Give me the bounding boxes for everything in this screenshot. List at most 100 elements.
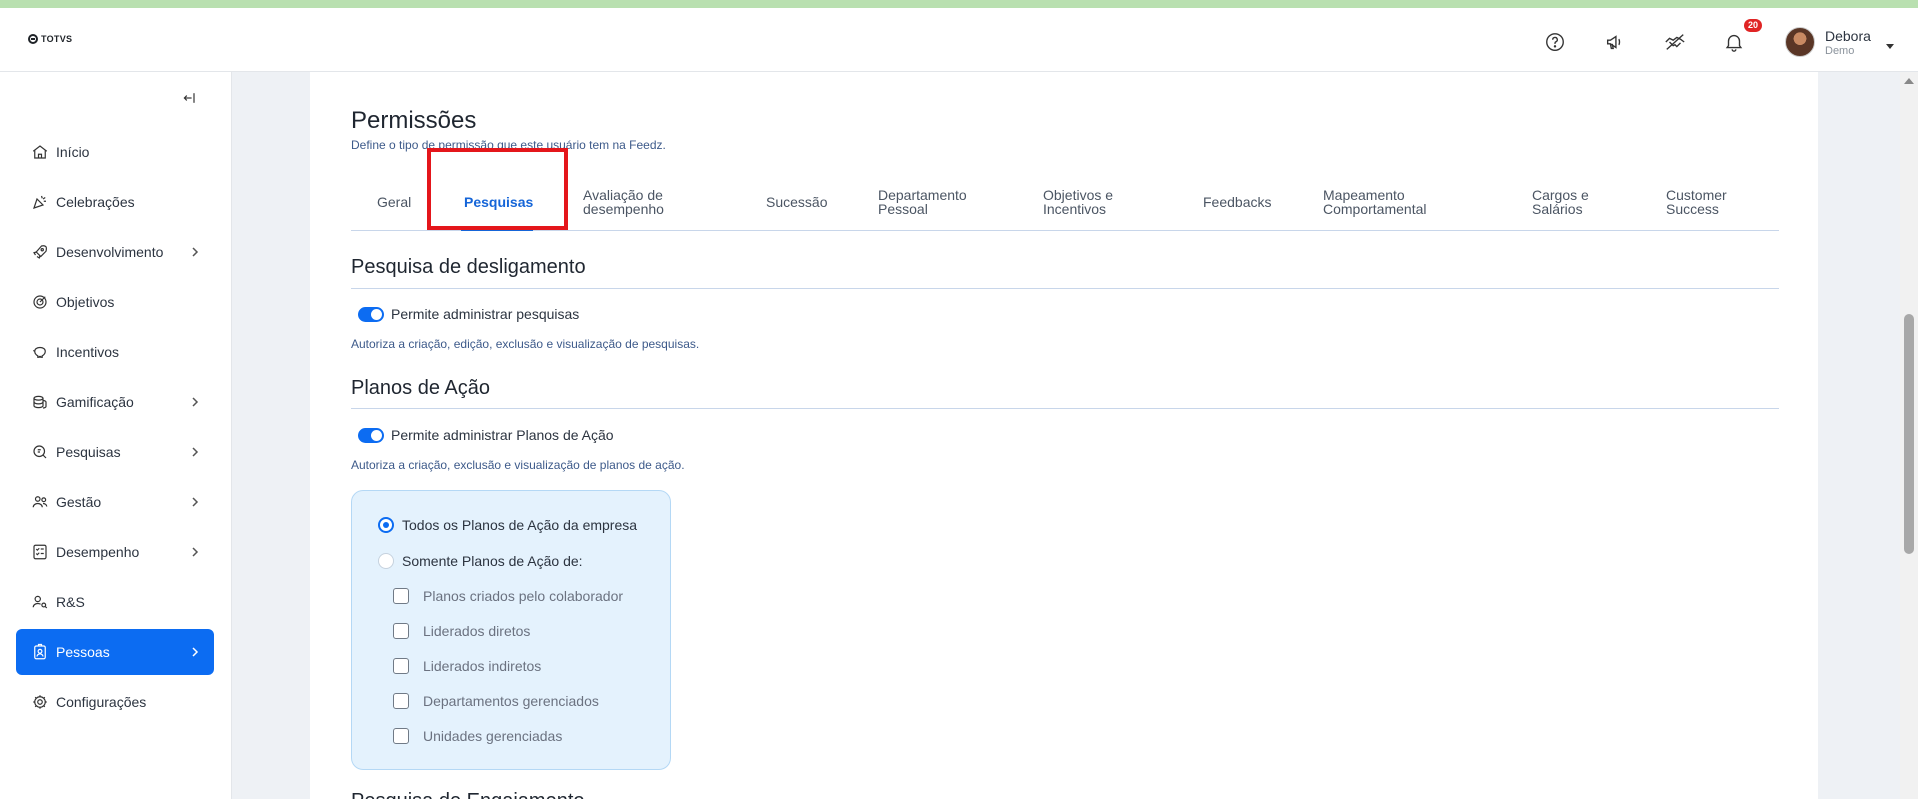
- user-menu-caret-icon[interactable]: [1886, 44, 1894, 49]
- home-icon: [30, 142, 50, 162]
- toggle-label: Permite administrar pesquisas: [391, 306, 580, 322]
- people-icon: [30, 492, 50, 512]
- browser-top-stripe: [0, 0, 1918, 8]
- tab-label-line: Customer: [1666, 187, 1727, 203]
- totvs-logo-mark: [28, 34, 38, 44]
- rocket-icon: [30, 242, 50, 262]
- scroll-up-arrow-icon[interactable]: [1904, 78, 1914, 84]
- sidebar-item-inicio[interactable]: Início: [16, 129, 214, 175]
- sidebar-item-gamificacao[interactable]: Gamificação: [16, 379, 214, 425]
- tab-label-line: Cargos e: [1532, 187, 1589, 203]
- help-icon[interactable]: [1543, 30, 1567, 54]
- helper-text: Autoriza a criação, exclusão e visualiza…: [351, 458, 685, 472]
- sidebar-item-label: Desempenho: [56, 544, 140, 560]
- collapse-sidebar-icon[interactable]: [180, 88, 200, 108]
- coins-icon: [30, 392, 50, 412]
- checkbox-liderados-indiretos[interactable]: [393, 658, 409, 674]
- sidebar-item-label: Configurações: [56, 694, 147, 710]
- radio-somente-planos[interactable]: [378, 553, 394, 569]
- scrollbar-thumb[interactable]: [1904, 314, 1914, 554]
- checkbox-departamentos-gerenciados[interactable]: [393, 693, 409, 709]
- party-icon: [30, 192, 50, 212]
- tab-mapeamento-comportamental[interactable]: Mapeamento Comportamental: [1323, 188, 1427, 216]
- badge-icon: [30, 642, 50, 662]
- chevron-right-icon: [192, 547, 199, 557]
- highlight-box: [427, 148, 568, 230]
- checkbox-liderados-diretos[interactable]: [393, 623, 409, 639]
- sidebar-item-label: R&S: [56, 594, 85, 610]
- checklist-icon: [30, 542, 50, 562]
- gear-icon: [30, 692, 50, 712]
- tab-label-line: Objetivos e: [1043, 187, 1114, 203]
- tab-label-line: Pessoal: [878, 201, 928, 217]
- chevron-right-icon: [192, 447, 199, 457]
- toggle-administrar-planos[interactable]: [358, 428, 384, 443]
- checkbox-planos-colaborador[interactable]: [393, 588, 409, 604]
- sidebar-item-configuracoes[interactable]: Configurações: [16, 679, 214, 725]
- sidebar-item-pesquisas[interactable]: Pesquisas: [16, 429, 214, 475]
- sidebar-item-label: Objetivos: [56, 294, 115, 310]
- section-title-planos: Planos de Ação: [351, 377, 490, 399]
- sidebar-item-label: Celebrações: [56, 194, 135, 210]
- toggle-label: Permite administrar Planos de Ação: [391, 427, 614, 443]
- checkbox-unidades-gerenciadas[interactable]: [393, 728, 409, 744]
- tab-objetivos-incentivos[interactable]: Objetivos e Incentivos: [1043, 188, 1113, 216]
- tab-label-line: Mapeamento: [1323, 187, 1405, 203]
- sidebar-item-label: Início: [56, 144, 90, 160]
- avatar[interactable]: [1785, 27, 1815, 57]
- tab-customer-success[interactable]: Customer Success: [1666, 188, 1727, 216]
- sidebar-item-incentivos[interactable]: Incentivos: [16, 329, 214, 375]
- sidebar-item-celebracoes[interactable]: Celebrações: [16, 179, 214, 225]
- tab-label-line: Comportamental: [1323, 201, 1427, 217]
- section-divider: [351, 408, 1779, 409]
- tab-avaliacao-desempenho[interactable]: Avaliação de desempenho: [583, 188, 664, 216]
- handshake-icon[interactable]: [1663, 30, 1687, 54]
- bell-icon[interactable]: [1722, 30, 1746, 54]
- megaphone-icon[interactable]: [1603, 30, 1627, 54]
- chevron-right-icon: [192, 247, 199, 257]
- sidebar-item-desempenho[interactable]: Desempenho: [16, 529, 214, 575]
- tab-departamento-pessoal[interactable]: Departamento Pessoal: [878, 188, 967, 216]
- sidebar-item-label: Gamificação: [56, 394, 134, 410]
- helper-text: Autoriza a criação, edição, exclusão e v…: [351, 337, 700, 351]
- checkbox-label: Departamentos gerenciados: [423, 693, 599, 709]
- survey-icon: [30, 442, 50, 462]
- user-role: Demo: [1825, 45, 1855, 57]
- user-search-icon: [30, 592, 50, 612]
- tab-label-line: Departamento: [878, 187, 967, 203]
- sidebar-item-label: Desenvolvimento: [56, 244, 164, 260]
- radio-label: Todos os Planos de Ação da empresa: [402, 517, 638, 533]
- tab-label-line: Success: [1666, 201, 1719, 217]
- user-name[interactable]: Debora: [1825, 28, 1871, 44]
- tab-feedbacks[interactable]: Feedbacks: [1203, 195, 1271, 209]
- chevron-right-icon: [192, 647, 199, 657]
- sidebar-item-label: Pessoas: [56, 644, 110, 660]
- sidebar: Início Celebrações Desenvolvimento Objet…: [0, 72, 232, 799]
- piggy-bank-icon: [30, 342, 50, 362]
- chevron-right-icon: [192, 497, 199, 507]
- target-icon: [30, 292, 50, 312]
- sidebar-item-label: Incentivos: [56, 344, 120, 360]
- checkbox-label: Liderados diretos: [423, 623, 531, 639]
- sidebar-item-desenvolvimento[interactable]: Desenvolvimento: [16, 229, 214, 275]
- notification-badge: 20: [1744, 19, 1763, 32]
- radio-label: Somente Planos de Ação de:: [402, 553, 583, 569]
- radio-todos-planos[interactable]: [378, 517, 394, 533]
- sidebar-item-objetivos[interactable]: Objetivos: [16, 279, 214, 325]
- tab-geral[interactable]: Geral: [377, 195, 411, 209]
- sidebar-item-label: Pesquisas: [56, 444, 121, 460]
- checkbox-label: Unidades gerenciadas: [423, 728, 563, 744]
- sidebar-item-rs[interactable]: R&S: [16, 579, 214, 625]
- tab-label-line: desempenho: [583, 201, 664, 217]
- tab-sucessao[interactable]: Sucessão: [766, 195, 827, 209]
- sidebar-item-label: Gestão: [56, 494, 102, 510]
- page-title: Permissões: [351, 107, 477, 134]
- totvs-logo[interactable]: TOTVS: [28, 34, 72, 44]
- tab-cargos-salarios[interactable]: Cargos e Salários: [1532, 188, 1589, 216]
- toggle-administrar-pesquisas[interactable]: [358, 307, 384, 322]
- tab-label-line: Salários: [1532, 201, 1583, 217]
- sidebar-item-pessoas[interactable]: Pessoas: [16, 629, 214, 675]
- sidebar-item-gestao[interactable]: Gestão: [16, 479, 214, 525]
- checkbox-label: Liderados indiretos: [423, 658, 542, 674]
- checkbox-label: Planos criados pelo colaborador: [423, 588, 624, 604]
